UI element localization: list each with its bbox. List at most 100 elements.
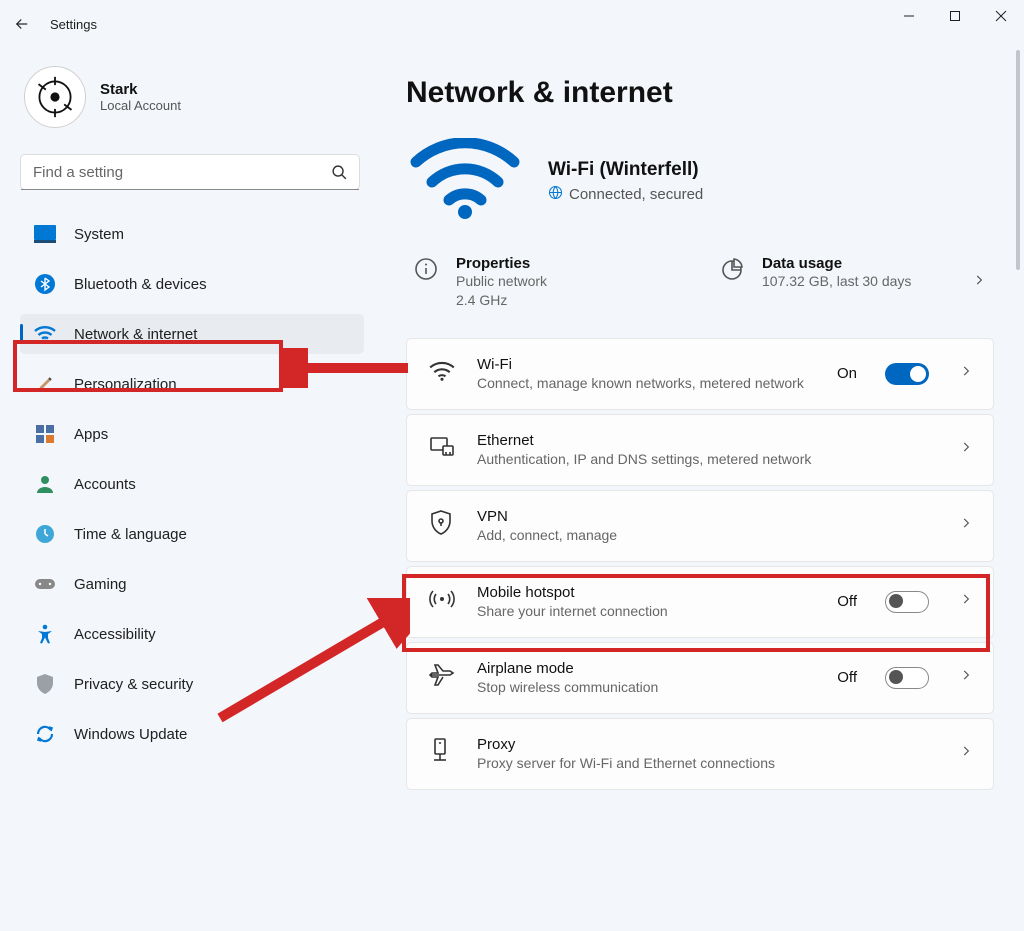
person-icon bbox=[34, 473, 56, 495]
window-title: Settings bbox=[44, 17, 97, 32]
page-title: Network & internet bbox=[406, 76, 994, 110]
card-subtitle: Add, connect, manage bbox=[477, 527, 929, 543]
airplane-state-label: Off bbox=[837, 669, 857, 686]
chevron-right-icon bbox=[959, 744, 973, 763]
chevron-right-icon bbox=[959, 516, 973, 535]
hotspot-toggle[interactable] bbox=[885, 591, 929, 613]
card-subtitle: Connect, manage known networks, metered … bbox=[477, 375, 815, 391]
user-account-type: Local Account bbox=[100, 98, 181, 113]
gamepad-icon bbox=[34, 573, 56, 595]
clock-globe-icon bbox=[34, 523, 56, 545]
maximize-button[interactable] bbox=[932, 0, 978, 32]
sidebar-item-system[interactable]: System bbox=[20, 214, 364, 254]
apps-icon bbox=[34, 423, 56, 445]
connection-status-text: Connected, secured bbox=[569, 186, 703, 203]
sidebar-item-update[interactable]: Windows Update bbox=[20, 714, 364, 754]
sidebar-item-network[interactable]: Network & internet bbox=[20, 314, 364, 354]
user-name: Stark bbox=[100, 81, 181, 98]
sidebar-item-label: Network & internet bbox=[74, 326, 197, 343]
avatar bbox=[24, 66, 86, 128]
data-usage-title: Data usage bbox=[762, 255, 911, 272]
connection-name: Wi-Fi (Winterfell) bbox=[548, 159, 703, 181]
sidebar-item-label: Gaming bbox=[74, 576, 127, 593]
brush-icon bbox=[34, 373, 56, 395]
sidebar-item-privacy[interactable]: Privacy & security bbox=[20, 664, 364, 704]
sidebar-nav: System Bluetooth & devices Network & int… bbox=[20, 214, 364, 754]
pie-icon bbox=[720, 257, 746, 283]
card-airplane[interactable]: Airplane mode Stop wireless communicatio… bbox=[406, 642, 994, 714]
ethernet-icon bbox=[429, 436, 455, 463]
system-icon bbox=[34, 223, 56, 245]
sidebar-item-accessibility[interactable]: Accessibility bbox=[20, 614, 364, 654]
search-input[interactable] bbox=[21, 164, 319, 181]
sidebar-item-label: Personalization bbox=[74, 376, 177, 393]
info-icon bbox=[414, 257, 440, 283]
wifi-state-label: On bbox=[837, 365, 857, 382]
card-title: Airplane mode bbox=[477, 660, 815, 677]
sidebar-item-label: Bluetooth & devices bbox=[74, 276, 207, 293]
sidebar-item-label: Time & language bbox=[74, 526, 187, 543]
wifi-toggle[interactable] bbox=[885, 363, 929, 385]
update-icon bbox=[34, 723, 56, 745]
card-subtitle: Proxy server for Wi-Fi and Ethernet conn… bbox=[477, 755, 929, 771]
sidebar-item-bluetooth[interactable]: Bluetooth & devices bbox=[20, 264, 364, 304]
hotspot-state-label: Off bbox=[837, 593, 857, 610]
scrollbar[interactable] bbox=[1014, 50, 1022, 925]
minimize-button[interactable] bbox=[886, 0, 932, 32]
airplane-icon bbox=[429, 663, 455, 692]
sidebar-item-accounts[interactable]: Accounts bbox=[20, 464, 364, 504]
shield-icon bbox=[34, 673, 56, 695]
card-title: VPN bbox=[477, 508, 929, 525]
close-button[interactable] bbox=[978, 0, 1024, 32]
data-usage-tile[interactable]: Data usage 107.32 GB, last 30 days bbox=[720, 255, 986, 310]
sidebar-item-label: Accessibility bbox=[74, 626, 156, 643]
sidebar-item-label: System bbox=[74, 226, 124, 243]
chevron-right-icon bbox=[959, 668, 973, 687]
card-title: Proxy bbox=[477, 736, 929, 753]
card-subtitle: Share your internet connection bbox=[477, 603, 815, 619]
chevron-right-icon bbox=[959, 364, 973, 383]
airplane-toggle[interactable] bbox=[885, 667, 929, 689]
properties-title: Properties bbox=[456, 255, 547, 272]
hotspot-icon bbox=[429, 588, 455, 615]
sidebar-item-label: Apps bbox=[74, 426, 108, 443]
chevron-right-icon bbox=[972, 273, 986, 292]
card-wifi[interactable]: Wi-Fi Connect, manage known networks, me… bbox=[406, 338, 994, 410]
wifi-icon bbox=[34, 323, 56, 345]
search-box[interactable] bbox=[20, 154, 360, 190]
back-button[interactable] bbox=[0, 0, 44, 48]
proxy-icon bbox=[429, 738, 455, 769]
wifi-icon bbox=[429, 360, 455, 387]
sidebar-item-time[interactable]: Time & language bbox=[20, 514, 364, 554]
sidebar-item-label: Privacy & security bbox=[74, 676, 193, 693]
chevron-right-icon bbox=[959, 592, 973, 611]
card-proxy[interactable]: Proxy Proxy server for Wi-Fi and Etherne… bbox=[406, 718, 994, 790]
card-ethernet[interactable]: Ethernet Authentication, IP and DNS sett… bbox=[406, 414, 994, 486]
bluetooth-icon bbox=[34, 273, 56, 295]
properties-tile[interactable]: Properties Public network 2.4 GHz bbox=[414, 255, 680, 310]
sidebar-item-gaming[interactable]: Gaming bbox=[20, 564, 364, 604]
card-title: Ethernet bbox=[477, 432, 929, 449]
card-subtitle: Stop wireless communication bbox=[477, 679, 815, 695]
sidebar-item-label: Accounts bbox=[74, 476, 136, 493]
chevron-right-icon bbox=[959, 440, 973, 459]
scrollbar-thumb[interactable] bbox=[1016, 50, 1020, 270]
accessibility-icon bbox=[34, 623, 56, 645]
search-icon bbox=[319, 164, 359, 181]
connection-status-block: Wi-Fi (Winterfell) Connected, secured bbox=[406, 138, 994, 225]
globe-icon bbox=[548, 185, 563, 204]
wifi-large-icon bbox=[410, 138, 520, 225]
shield-lock-icon bbox=[429, 510, 455, 541]
card-title: Wi-Fi bbox=[477, 356, 815, 373]
card-vpn[interactable]: VPN Add, connect, manage bbox=[406, 490, 994, 562]
properties-line2: 2.4 GHz bbox=[456, 291, 547, 310]
properties-line1: Public network bbox=[456, 272, 547, 291]
data-usage-line1: 107.32 GB, last 30 days bbox=[762, 272, 911, 291]
card-subtitle: Authentication, IP and DNS settings, met… bbox=[477, 451, 929, 467]
sidebar-item-label: Windows Update bbox=[74, 726, 187, 743]
card-title: Mobile hotspot bbox=[477, 584, 815, 601]
sidebar-item-personalization[interactable]: Personalization bbox=[20, 364, 364, 404]
sidebar-item-apps[interactable]: Apps bbox=[20, 414, 364, 454]
profile-block[interactable]: Stark Local Account bbox=[20, 66, 364, 128]
card-hotspot[interactable]: Mobile hotspot Share your internet conne… bbox=[406, 566, 994, 638]
